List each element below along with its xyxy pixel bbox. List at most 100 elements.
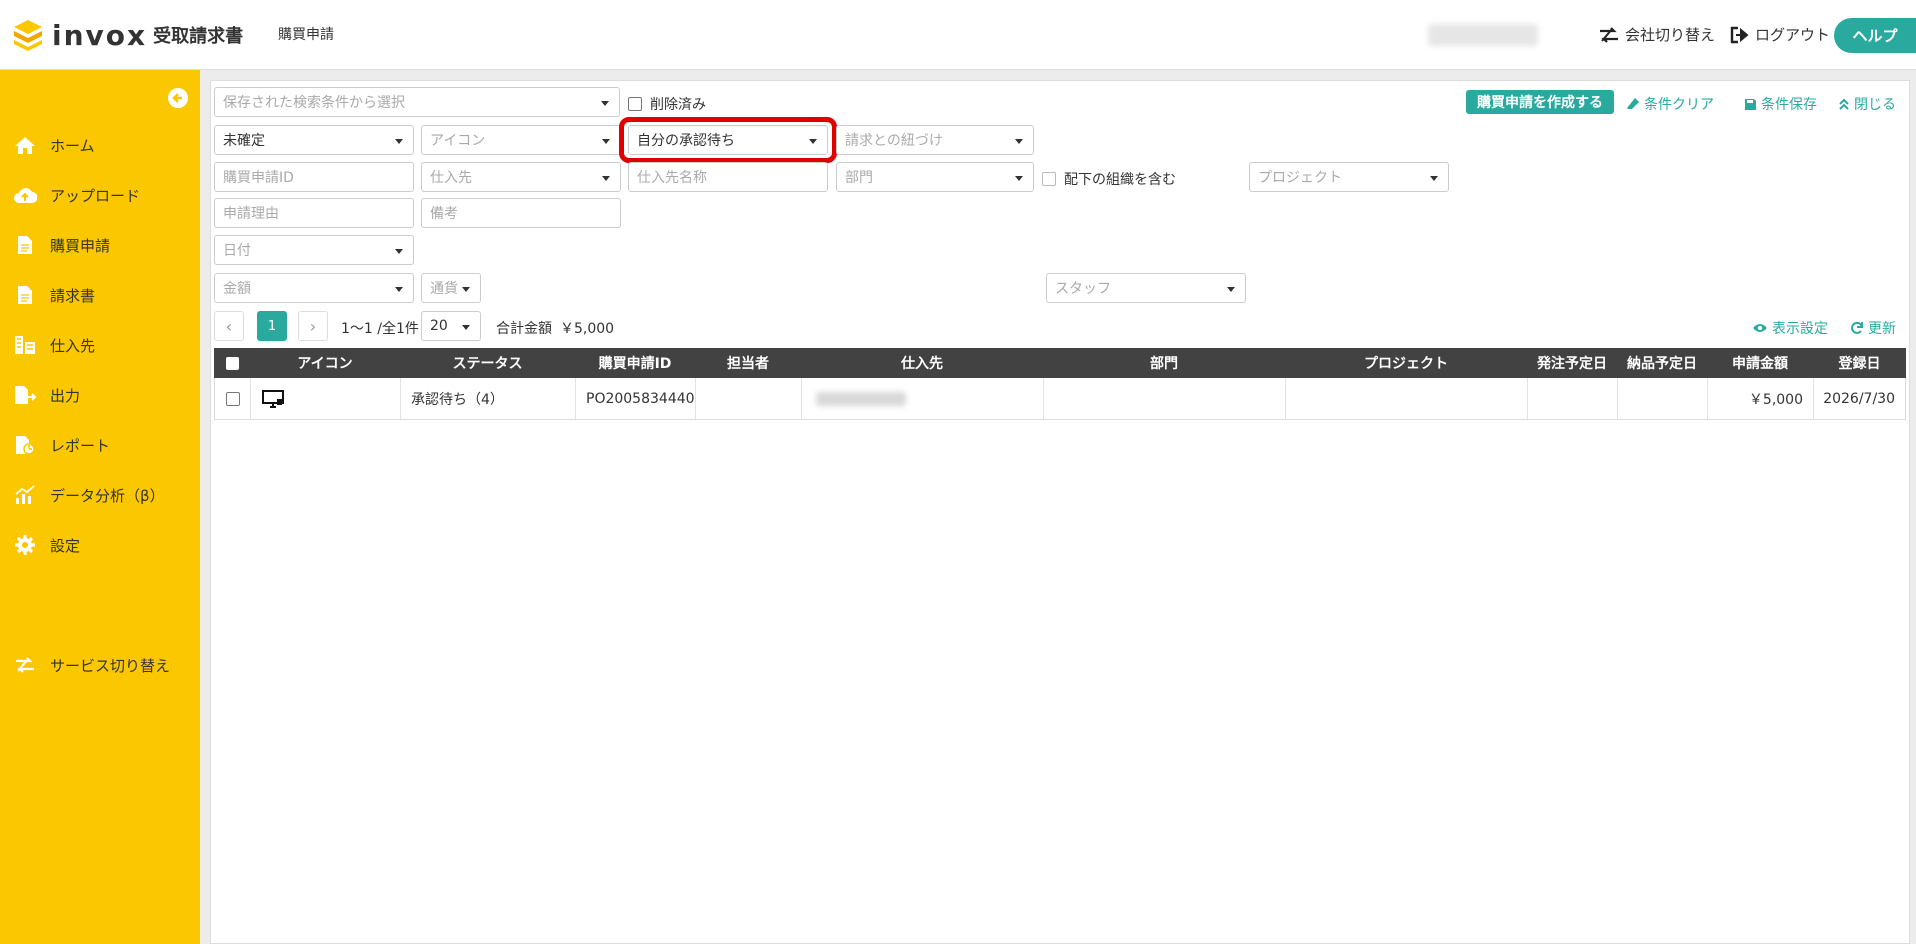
switch-icon [1600,26,1618,43]
cloud-upload-icon [12,182,38,208]
supplier-name-placeholder: 仕入先名称 [637,170,707,186]
icon-select[interactable]: アイコン [421,125,621,155]
column-header-supplier[interactable]: 仕入先 [801,348,1043,378]
sidebar-item-label: アップロード [50,186,141,205]
create-purchase-request-button[interactable]: 購買申請を作成する [1466,90,1614,114]
select-all-checkbox[interactable] [225,356,239,370]
total-amount-value: ￥5,000 [560,321,615,337]
date-placeholder: 日付 [223,243,251,259]
include-sub-org-label: 配下の組織を含む [1064,172,1176,188]
sidebar-item-label: データ分析（β） [50,486,165,505]
chart-icon [12,482,38,508]
display-settings-label: 表示設定 [1772,321,1828,337]
request-id-input[interactable]: 購買申請ID [214,162,414,192]
sidebar-item-label: サービス切り替え [50,656,171,675]
deleted-label: 削除済み [650,97,706,113]
sidebar-item-report[interactable]: レポート [0,425,200,465]
report-icon [12,432,38,458]
prev-page-button[interactable]: ‹ [214,311,244,341]
home-icon [12,132,38,158]
logout-icon [1730,26,1749,43]
invox-logo[interactable]: invox 受取請求書 [12,16,243,54]
top-header: invox 受取請求書 購買申請 会社切り替え ログアウト ヘルプ [0,0,1916,70]
refresh-label: 更新 [1868,321,1896,337]
next-page-button[interactable]: › [298,311,328,341]
column-header-department[interactable]: 部門 [1043,348,1285,378]
total-amount-label: 合計金額 [496,321,552,337]
per-page-select[interactable]: 20 [421,311,481,341]
row-checkbox[interactable] [225,391,240,406]
currency-select[interactable]: 通貨 [421,273,481,303]
sidebar-item-supplier[interactable]: 仕入先 [0,325,200,365]
amount-select[interactable]: 金額 [214,273,414,303]
clear-label: 条件クリア [1644,97,1714,113]
column-header-status[interactable]: ステータス [400,348,575,378]
logout-link[interactable]: ログアウト [1730,24,1830,45]
sidebar-item-label: 購買申請 [50,236,111,255]
staff-select[interactable]: スタッフ [1046,273,1246,303]
switch-icon [12,652,38,678]
amount-placeholder: 金額 [223,281,251,297]
project-select[interactable]: プロジェクト [1249,162,1449,192]
sidebar: ホーム アップロード 購買申請 請求書 仕入先 出力 レポート データ分析（β）… [0,70,200,944]
close-filters-link[interactable]: 閉じる [1838,94,1896,114]
page-1-button[interactable]: 1 [257,311,287,341]
note-input[interactable]: 備考 [421,198,621,228]
column-header-icon[interactable]: アイコン [250,348,400,378]
department-placeholder: 部門 [845,170,873,186]
table-row[interactable]: 承認待ち（4） PO2005834440 ￥5,000 2026/7/30 [214,378,1906,420]
checkbox[interactable] [1042,172,1056,186]
deleted-checkbox[interactable]: 削除済み [628,94,706,114]
invoice-link-select[interactable]: 請求との紐づけ [836,125,1034,155]
supplier-select[interactable]: 仕入先 [421,162,621,192]
column-header-delivery-date[interactable]: 納品予定日 [1617,348,1707,378]
select-all-cell [214,348,250,378]
column-header-assignee[interactable]: 担当者 [695,348,801,378]
sidebar-item-service-switch[interactable]: サービス切り替え [0,645,200,685]
chevron-down-icon [395,139,403,144]
save-label: 条件保存 [1761,97,1817,113]
column-header-order-date[interactable]: 発注予定日 [1527,348,1617,378]
saved-search-select[interactable]: 保存された検索条件から選択 [214,87,620,117]
column-header-project[interactable]: プロジェクト [1285,348,1527,378]
collapse-sidebar-button[interactable] [168,88,188,108]
reason-input[interactable]: 申請理由 [214,198,414,228]
switch-company-link[interactable]: 会社切り替え [1598,24,1715,45]
sidebar-item-settings[interactable]: 設定 [0,525,200,565]
sidebar-item-export[interactable]: 出力 [0,375,200,415]
column-header-registered[interactable]: 登録日 [1813,348,1906,378]
date-select[interactable]: 日付 [214,235,414,265]
department-select[interactable]: 部門 [836,162,1034,192]
supplier-name-blurred [816,391,906,406]
column-header-request-id[interactable]: 購買申請ID [575,348,695,378]
monitor-icon [262,389,284,408]
supplier-placeholder: 仕入先 [430,170,472,186]
help-button[interactable]: ヘルプ [1834,18,1916,53]
chevron-down-icon [1015,176,1023,181]
note-placeholder: 備考 [430,206,458,222]
building-icon [12,332,38,358]
clear-conditions-link[interactable]: 条件クリア [1626,94,1714,114]
chevron-down-icon [1430,176,1438,181]
sidebar-item-home[interactable]: ホーム [0,125,200,165]
checkbox[interactable] [628,97,642,111]
column-header-amount[interactable]: 申請金額 [1707,348,1813,378]
project-placeholder: プロジェクト [1258,170,1342,186]
page-tab-purchase-request[interactable]: 購買申請 [278,24,334,44]
double-chevron-up-icon [1839,98,1849,110]
row-amount: ￥5,000 [1708,378,1814,419]
per-page-value: 20 [430,318,448,334]
display-settings-link[interactable]: 表示設定 [1752,318,1828,338]
save-conditions-link[interactable]: 条件保存 [1744,94,1817,114]
sidebar-item-purchase-request[interactable]: 購買申請 [0,225,200,265]
supplier-name-input[interactable]: 仕入先名称 [628,162,828,192]
row-request-id[interactable]: PO2005834440 [576,378,696,419]
include-sub-org-checkbox[interactable]: 配下の組織を含む [1042,169,1176,189]
sidebar-item-label: レポート [50,436,111,455]
status-select[interactable]: 未確定 [214,125,414,155]
refresh-link[interactable]: 更新 [1850,318,1896,338]
sidebar-item-invoice[interactable]: 請求書 [0,275,200,315]
logo-text: invox [52,18,148,52]
sidebar-item-data-analysis[interactable]: データ分析（β） [0,475,200,515]
sidebar-item-upload[interactable]: アップロード [0,175,200,215]
